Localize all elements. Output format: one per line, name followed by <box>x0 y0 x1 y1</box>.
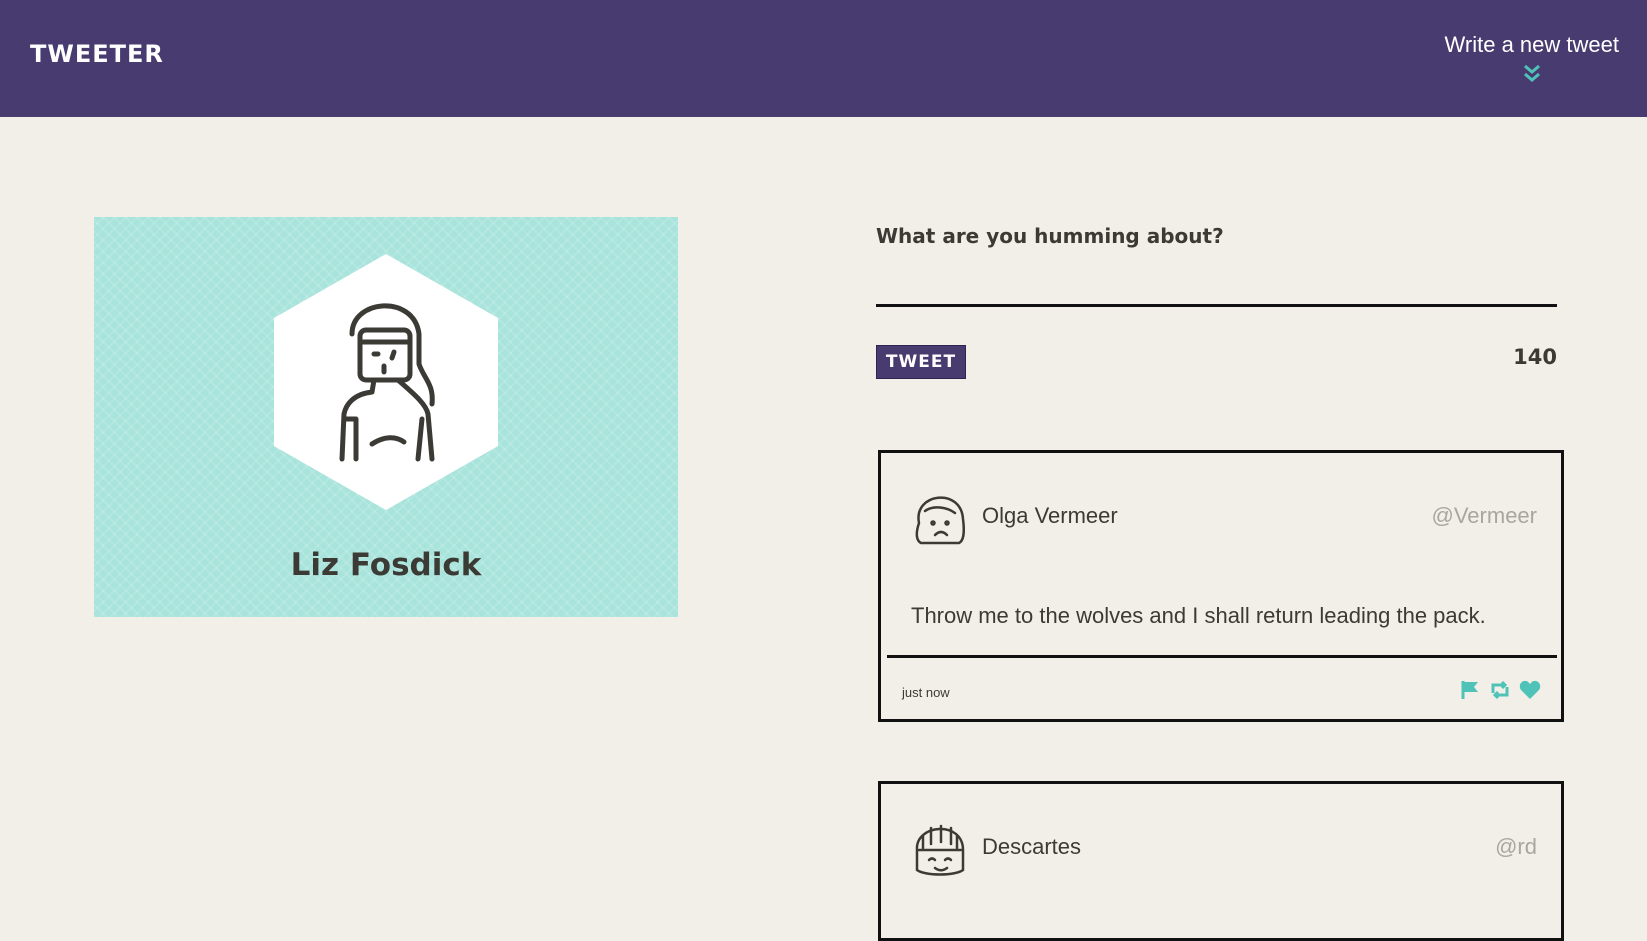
heart-icon[interactable] <box>1519 679 1541 701</box>
tweet-actions <box>1459 679 1541 701</box>
top-nav: TWEETER Write a new tweet <box>0 0 1647 117</box>
write-new-tweet-toggle[interactable]: Write a new tweet <box>1419 32 1619 82</box>
tweet-card: Olga Vermeer @Vermeer Throw me to the wo… <box>878 450 1564 722</box>
tweet-submit-button[interactable]: TWEET <box>876 345 966 379</box>
retweet-icon[interactable] <box>1489 679 1511 701</box>
new-tweet-composer: What are you humming about? TWEET 140 <box>876 224 1557 379</box>
char-counter: 140 <box>1513 345 1557 369</box>
flag-icon[interactable] <box>1459 679 1481 701</box>
tweet-author-name[interactable]: Olga Vermeer <box>982 503 1118 529</box>
tweet-divider <box>887 655 1557 658</box>
woman-avatar-icon <box>915 496 966 545</box>
tweet-author-name[interactable]: Descartes <box>982 834 1081 860</box>
tweet-author-handle[interactable]: @rd <box>1495 834 1537 860</box>
profile-card: Liz Fosdick <box>94 217 678 617</box>
tweet-card: Descartes @rd <box>878 781 1564 941</box>
app-logo[interactable]: TWEETER <box>30 40 164 68</box>
composer-prompt-label: What are you humming about? <box>876 224 1224 248</box>
man-avatar-icon <box>915 824 965 876</box>
profile-name: Liz Fosdick <box>290 547 482 583</box>
tweet-author-handle[interactable]: @Vermeer <box>1432 503 1537 529</box>
tweet-body: Throw me to the wolves and I shall retur… <box>911 603 1486 628</box>
write-new-tweet-label: Write a new tweet <box>1444 32 1619 57</box>
profile-avatar <box>274 254 498 510</box>
tweet-text-input[interactable] <box>876 262 1557 307</box>
double-chevron-down-icon <box>1524 64 1540 82</box>
tweet-timestamp: just now <box>902 685 950 700</box>
